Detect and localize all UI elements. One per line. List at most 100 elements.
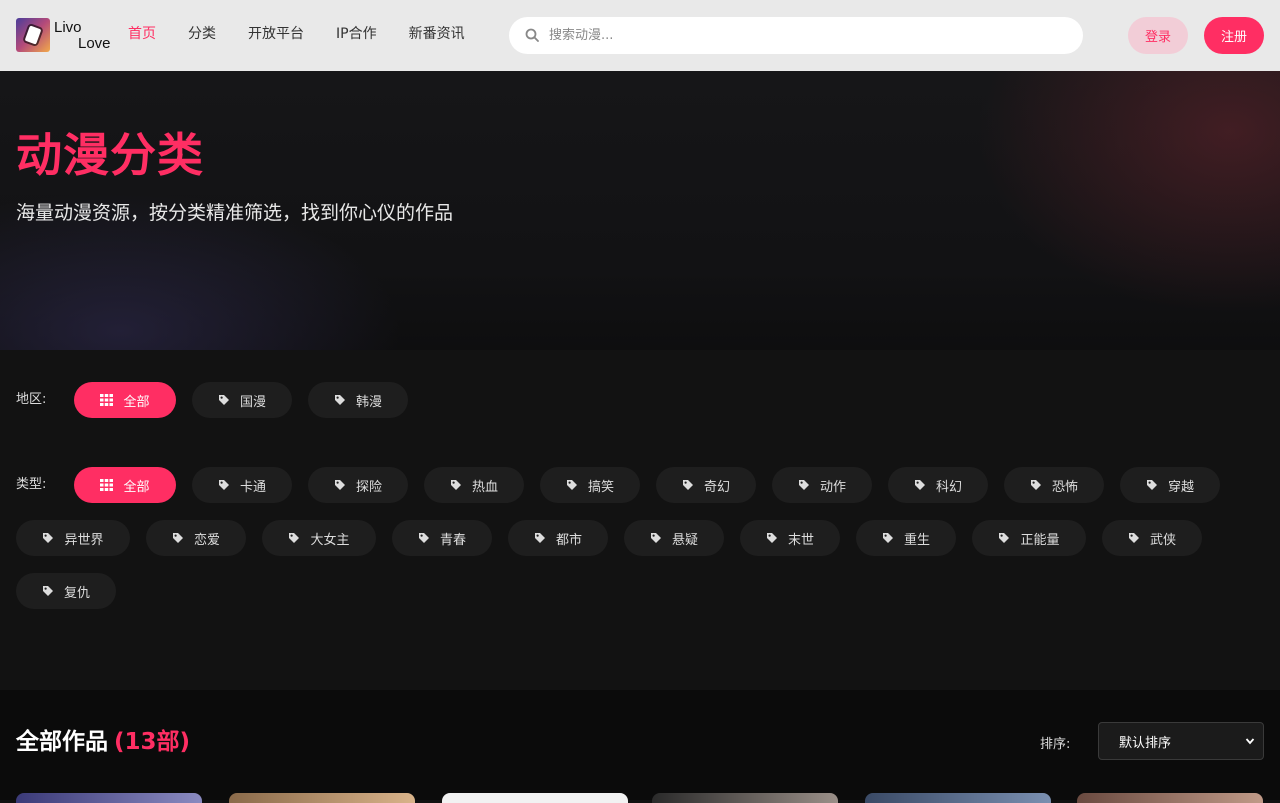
type-filter-chip[interactable]: 恋爱	[146, 520, 246, 556]
type-filter-chip[interactable]: 动作	[772, 467, 872, 503]
nav-item-categories[interactable]: 分类	[188, 24, 216, 44]
work-card[interactable]	[865, 793, 1051, 803]
register-button[interactable]: 注册	[1204, 17, 1264, 54]
type-filter-chip-label: 异世界	[64, 532, 104, 548]
type-filter-chip-label: 全部	[123, 479, 150, 495]
logo[interactable]: Livo Love	[16, 17, 126, 53]
works-count: (13部)	[114, 729, 191, 755]
region-filter-chip-label: 全部	[123, 394, 150, 410]
tag-icon	[999, 533, 1010, 543]
filter-panel: 地区: 全部 国漫 韩漫 类型: 全部 卡通 探险 热血 搞笑 奇幻 动作 科幻 恐怖 穿越 异世界 恋爱…	[0, 350, 1280, 690]
type-filter-chip-label: 热血	[471, 479, 498, 495]
type-filter-chip[interactable]: 全部	[74, 467, 176, 503]
page-subtitle: 海量动漫资源，按分类精准筛选，找到你心仪的作品	[16, 202, 454, 224]
type-filter-chip-label: 正能量	[1020, 532, 1060, 548]
region-filter-chip-label: 韩漫	[355, 394, 382, 410]
type-filter-chip-label: 奇幻	[703, 479, 730, 495]
type-filter-chip[interactable]: 重生	[856, 520, 956, 556]
type-filter-chip[interactable]: 青春	[392, 520, 492, 556]
tag-icon	[798, 480, 809, 490]
tag-icon	[418, 533, 429, 543]
type-filter-chip[interactable]: 恐怖	[1004, 467, 1104, 503]
type-filter-chip[interactable]: 异世界	[16, 520, 130, 556]
type-filter-chip[interactable]: 卡通	[192, 467, 292, 503]
work-card[interactable]	[442, 793, 628, 803]
type-filter-chip-label: 重生	[903, 532, 930, 548]
type-filter-chip-label: 穿越	[1167, 479, 1194, 495]
type-filter-chip-label: 大女主	[310, 532, 350, 548]
type-filter-chip-label: 探险	[355, 479, 382, 495]
type-filter-chip[interactable]: 科幻	[888, 467, 988, 503]
region-filter-chip[interactable]: 全部	[74, 382, 176, 418]
sort-label: 排序:	[1040, 737, 1071, 752]
type-filter-chip[interactable]: 悬疑	[624, 520, 724, 556]
type-filter-chip[interactable]: 奇幻	[656, 467, 756, 503]
nav-item-ip-cooperation[interactable]: IP合作	[336, 24, 377, 44]
type-filter-chip[interactable]: 复仇	[16, 573, 116, 609]
works-heading: 全部作品 (13部)	[16, 726, 190, 758]
tag-icon	[566, 480, 577, 490]
region-filter-chip[interactable]: 韩漫	[308, 382, 408, 418]
logo-text-line1: Livo	[54, 19, 82, 36]
tag-icon	[218, 480, 229, 490]
type-filter-chip-label: 恐怖	[1051, 479, 1078, 495]
works-section: 全部作品 (13部) 排序: 默认排序	[0, 690, 1280, 803]
works-title: 全部作品	[16, 729, 108, 755]
type-filter-chip-label: 青春	[439, 532, 466, 548]
type-filter-chip-label: 都市	[555, 532, 582, 548]
type-filter-chip-label: 末世	[787, 532, 814, 548]
type-filter-chip[interactable]: 搞笑	[540, 467, 640, 503]
type-filter-chip-label: 卡通	[239, 479, 266, 495]
tag-icon	[42, 586, 53, 596]
tag-icon	[1146, 480, 1157, 490]
type-filter-chip[interactable]: 穿越	[1120, 467, 1220, 503]
type-filter-chip-label: 动作	[819, 479, 846, 495]
tag-icon	[650, 533, 661, 543]
main-nav: 首页 分类 开放平台 IP合作 新番资讯	[128, 24, 497, 44]
tag-icon	[334, 480, 345, 490]
tag-icon	[1128, 533, 1139, 543]
tag-icon	[172, 533, 183, 543]
tag-icon	[882, 533, 893, 543]
tag-icon	[43, 533, 54, 543]
search-input[interactable]	[549, 17, 1069, 54]
tag-icon	[766, 533, 777, 543]
login-button[interactable]: 登录	[1128, 17, 1188, 54]
type-filter-chip-label: 武侠	[1149, 532, 1176, 548]
sort-selected-value: 默认排序	[1119, 735, 1172, 751]
type-filter-chip[interactable]: 都市	[508, 520, 608, 556]
tag-icon	[334, 395, 345, 405]
nav-item-home[interactable]: 首页	[128, 24, 156, 44]
work-card[interactable]	[652, 793, 838, 803]
grid-icon	[100, 479, 114, 491]
chevron-down-icon	[1245, 738, 1255, 745]
type-filter-chip[interactable]: 正能量	[972, 520, 1086, 556]
type-filter-chip[interactable]: 武侠	[1102, 520, 1202, 556]
tag-icon	[450, 480, 461, 490]
tag-icon	[914, 480, 925, 490]
work-card[interactable]	[16, 793, 202, 803]
top-header: Livo Love 首页 分类 开放平台 IP合作 新番资讯 登录 注册	[0, 0, 1280, 71]
hero-banner: 动漫分类 海量动漫资源，按分类精准筛选，找到你心仪的作品	[0, 71, 1280, 350]
tag-icon	[218, 395, 229, 405]
sort-select[interactable]: 默认排序	[1098, 722, 1264, 760]
logo-image	[16, 18, 50, 52]
nav-item-new-anime-news[interactable]: 新番资讯	[409, 24, 465, 44]
type-filter-chip[interactable]: 大女主	[262, 520, 376, 556]
page-title: 动漫分类	[16, 128, 204, 182]
tag-icon	[682, 480, 693, 490]
region-filter-label: 地区:	[16, 392, 47, 407]
search-bar	[509, 17, 1083, 54]
type-filter-chip-label: 搞笑	[587, 479, 614, 495]
nav-item-open-platform[interactable]: 开放平台	[248, 24, 304, 44]
work-card[interactable]	[229, 793, 415, 803]
type-filter-chip[interactable]: 探险	[308, 467, 408, 503]
region-filter-chip-label: 国漫	[239, 394, 266, 410]
region-filter-chip[interactable]: 国漫	[192, 382, 292, 418]
grid-icon	[100, 394, 114, 406]
type-filter-chip[interactable]: 末世	[740, 520, 840, 556]
type-filter-chip[interactable]: 热血	[424, 467, 524, 503]
work-card[interactable]	[1077, 793, 1263, 803]
type-filter-chip-label: 复仇	[63, 585, 90, 601]
type-filter-chip-label: 悬疑	[671, 532, 698, 548]
